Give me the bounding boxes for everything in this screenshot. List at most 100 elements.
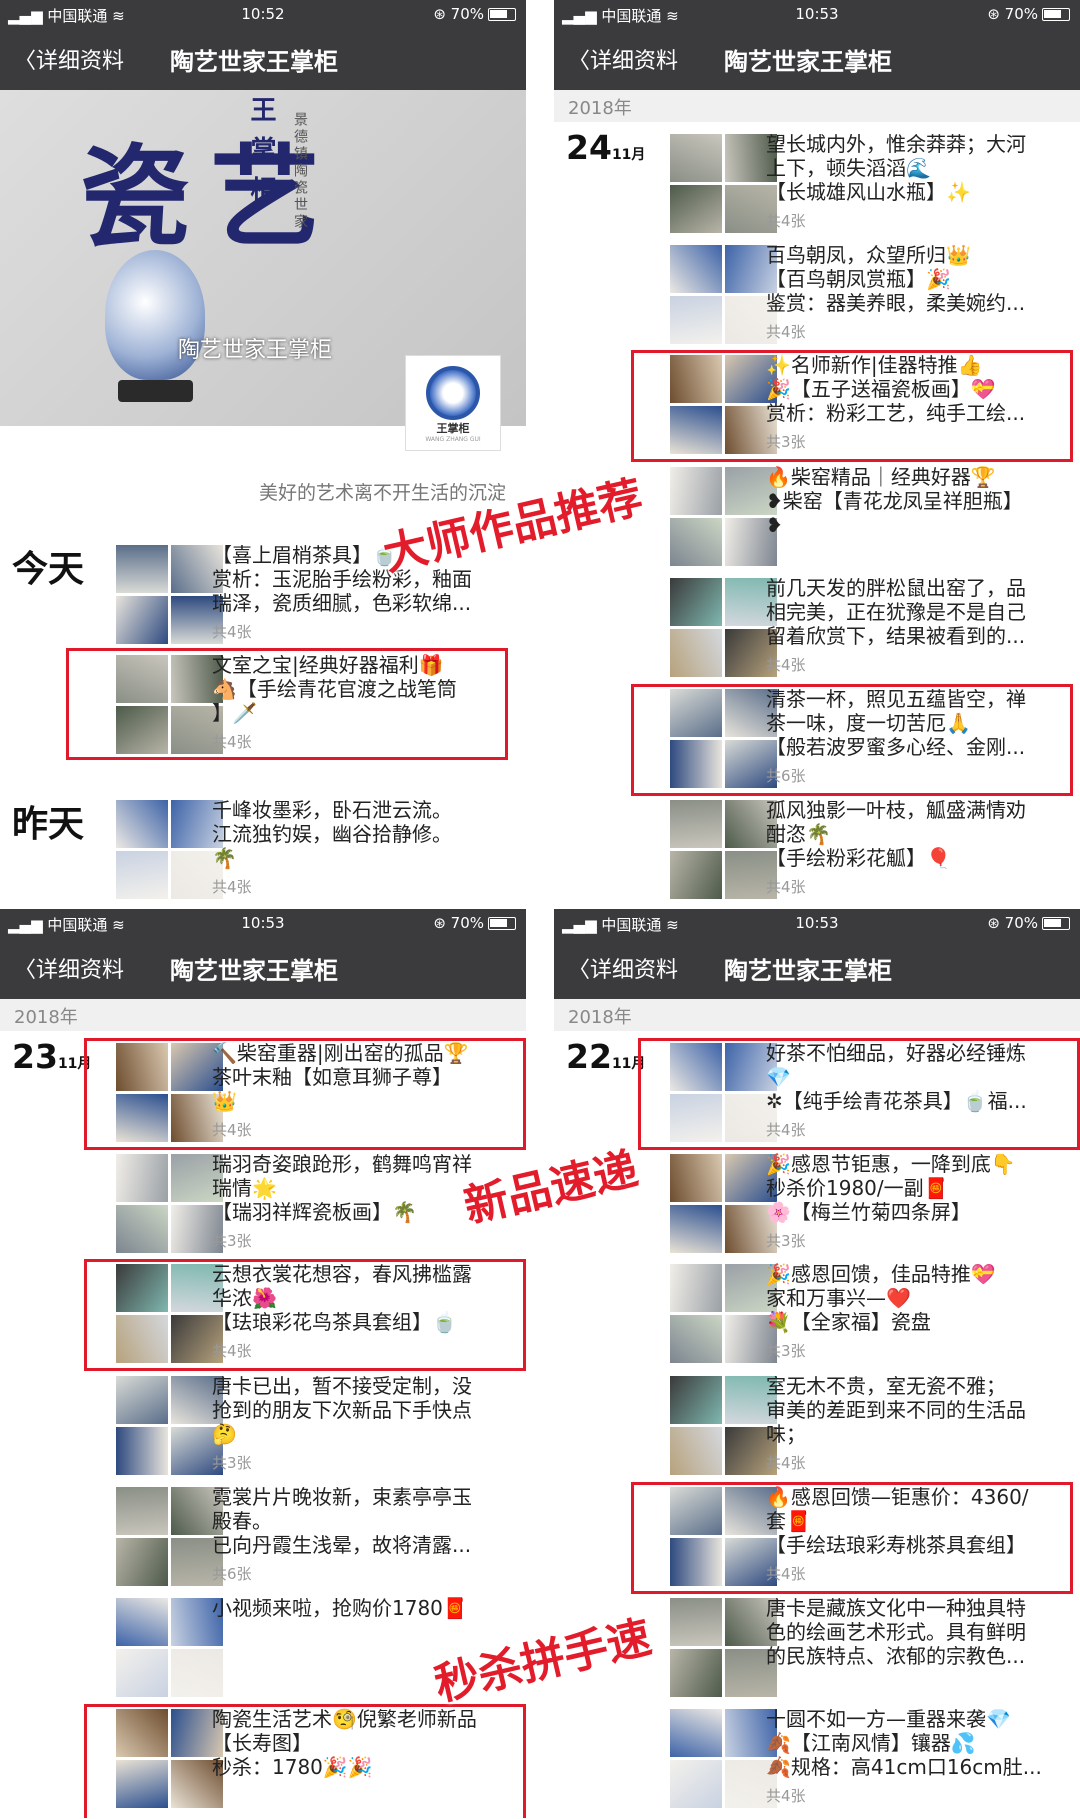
battery-percent: 70% [450, 5, 484, 23]
post-line: 💐【全家福】瓷盘 [766, 1310, 931, 1334]
back-button[interactable]: 〈详细资料 [568, 952, 678, 984]
post-line: 的民族特点、浓郁的宗教色... [766, 1644, 1026, 1668]
thumbnail-image [670, 1264, 722, 1312]
rotation-lock-icon: ⊛ [987, 914, 1005, 932]
post-thumbnail[interactable] [116, 545, 224, 645]
photo-count: 共6张 [212, 1565, 252, 1583]
thumbnail-image [116, 596, 168, 644]
post-thumbnail[interactable] [670, 578, 778, 678]
chevron-left-icon: 〈 [568, 49, 591, 74]
timeline-panel-1: ▂▄▆ 中国联通 ≋ 10:52 ⊛ 70% 〈详细资料 陶艺世家王掌柜 瓷艺 王掌柜 景德镇… [0, 0, 526, 909]
page-title: 陶艺世家王掌柜 [724, 957, 892, 985]
vase-stand [118, 380, 193, 402]
post-thumbnail[interactable] [116, 1154, 224, 1254]
post-line: 千峰妆墨彩，卧石泄云流。 [212, 798, 452, 822]
post-line: 孤风独影一叶枝，觚盛满情劝 [766, 798, 1026, 822]
post-thumbnail[interactable] [670, 1598, 778, 1698]
post-text[interactable]: 🔥柴窑精品｜经典好器🏆 ❥柴窑【青花龙凤呈祥胆瓶】 ❥ [766, 465, 1080, 537]
post-line: 🎉感恩节钜惠，一降到底👇 [766, 1152, 1016, 1176]
highlight-box [638, 1038, 1080, 1150]
post-text[interactable]: 🎉感恩节钜惠，一降到底👇 秒杀价1980/一副🧧 🌸【梅兰竹菊四条屏】 [766, 1152, 1080, 1224]
thumbnail-image [670, 1315, 722, 1363]
post-thumbnail[interactable] [670, 467, 778, 567]
back-button[interactable]: 〈详细资料 [14, 952, 124, 984]
status-bar: ▂▄▆ 中国联通 ≋ 10:53 ⊛ 70% [0, 909, 526, 937]
post-text[interactable]: 十圆不如一方—重器来袭💎 🍂【江南风情】镶器💦 🍂规格：高41cm口16cm肚... [766, 1707, 1080, 1779]
logo-subtext: WANG ZHANG GUI [425, 436, 481, 443]
thumbnail-image [670, 1598, 722, 1646]
thumbnail-image [670, 518, 722, 566]
post-thumbnail[interactable] [116, 800, 224, 900]
highlight-box [631, 684, 1073, 796]
battery-icon [1042, 917, 1070, 930]
post-text[interactable]: 前几天发的胖松鼠出窑了，品 相完美，正在犹豫是不是自己 留着欣赏下，结果被看到的..… [766, 576, 1080, 648]
post-line: 百鸟朝凤，众望所归👑 [766, 243, 971, 267]
post-thumbnail[interactable] [116, 1487, 224, 1587]
photo-count: 共4张 [766, 878, 806, 896]
post-thumbnail[interactable] [670, 1709, 778, 1809]
post-text[interactable]: 百鸟朝凤，众望所归👑 【百鸟朝凤赏瓶】🎉 鉴赏：器美养眼，柔美婉约... [766, 243, 1080, 315]
status-bar: ▂▄▆ 中国联通 ≋ 10:53 ⊛ 70% [554, 0, 1080, 28]
post-thumbnail[interactable] [116, 1376, 224, 1476]
day-number: 24 [566, 128, 612, 167]
chevron-left-icon: 〈 [568, 958, 591, 983]
thumbnail-image [670, 1427, 722, 1475]
highlight-box [84, 1038, 526, 1150]
thumbnail-image [670, 851, 722, 899]
post-line: 唐卡已出，暂不接受定制，没 [212, 1374, 472, 1398]
post-text[interactable]: 千峰妆墨彩，卧石泄云流。 江流独钓娱，幽谷拾静修。 🌴 [212, 798, 526, 870]
battery-percent: 70% [1004, 914, 1038, 932]
post-thumbnail[interactable] [116, 1598, 224, 1698]
battery-percent: 70% [1004, 5, 1038, 23]
thumbnail-image [116, 1205, 168, 1253]
thumbnail-image [116, 1649, 168, 1697]
post-text[interactable]: 室无木不贵，室无瓷不雅； 审美的差距到来不同的生活品 味； [766, 1374, 1080, 1446]
battery-icon [1042, 8, 1070, 21]
post-line: 鉴赏：器美养眼，柔美婉约... [766, 291, 1026, 315]
battery-indicator: ⊛ 70% [987, 914, 1070, 932]
post-text[interactable]: 唐卡是藏族文化中一种独具特 色的绘画艺术形式。具有鲜明 的民族特点、浓郁的宗教色..… [766, 1596, 1080, 1668]
thumbnail-image [670, 800, 722, 848]
thumbnail-image [670, 245, 722, 293]
thumbnail-image [116, 851, 168, 899]
thumbnail-image [670, 1649, 722, 1697]
post-text[interactable]: 唐卡已出，暂不接受定制，没 抢到的朋友下次新品下手快点 🤔 [212, 1374, 526, 1446]
nav-bar: 〈详细资料 陶艺世家王掌柜 [0, 28, 526, 90]
post-thumbnail[interactable] [670, 134, 778, 234]
chevron-left-icon: 〈 [14, 49, 37, 74]
post-thumbnail[interactable] [670, 1376, 778, 1476]
highlight-box [631, 1482, 1073, 1594]
post-line: 🌸【梅兰竹菊四条屏】 [766, 1200, 971, 1224]
post-thumbnail[interactable] [670, 245, 778, 345]
post-text[interactable]: 霓裳片片晚妆新，束素亭亭玉 殿春。 已向丹霞生浅晕，故将清露... [212, 1485, 526, 1557]
post-line: 🍂【江南风情】镶器💦 [766, 1731, 976, 1755]
thumbnail-image [116, 545, 168, 593]
date-label: 2311月 [12, 1037, 91, 1076]
thumbnail-image [670, 578, 722, 626]
post-line: 【手绘粉彩花觚】🎈 [766, 846, 951, 870]
back-button[interactable]: 〈详细资料 [14, 43, 124, 75]
highlight-box [84, 1259, 526, 1371]
post-line: 🔥柴窑精品｜经典好器🏆 [766, 465, 996, 489]
thumbnail-image [670, 1709, 722, 1757]
post-line: 唐卡是藏族文化中一种独具特 [766, 1596, 1026, 1620]
year-header: 2018年 [554, 90, 1080, 122]
back-button[interactable]: 〈详细资料 [568, 43, 678, 75]
thumbnail-image [116, 1427, 168, 1475]
post-text[interactable]: 🎉感恩回馈，佳品特推💝 家和万事兴—❤️ 💐【全家福】瓷盘 [766, 1262, 1080, 1334]
post-text[interactable]: 望长城内外，惟余莽莽；大河 上下，顿失滔滔🌊 【长城雄风山水瓶】✨ [766, 132, 1080, 204]
post-thumbnail[interactable] [670, 1154, 778, 1254]
post-line: 家和万事兴—❤️ [766, 1286, 911, 1310]
day-label-yesterday: 昨天 [12, 804, 85, 845]
post-thumbnail[interactable] [670, 1264, 778, 1364]
thumbnail-image [116, 1376, 168, 1424]
battery-icon [488, 917, 516, 930]
profile-avatar[interactable]: 王掌柜 WANG ZHANG GUI [405, 355, 501, 451]
rotation-lock-icon: ⊛ [987, 5, 1005, 23]
battery-indicator: ⊛ 70% [433, 914, 516, 932]
post-text[interactable]: 孤风独影一叶枝，觚盛满情劝 酣恣🌴 【手绘粉彩花觚】🎈 [766, 798, 1080, 870]
thumbnail-image [670, 467, 722, 515]
post-thumbnail[interactable] [670, 800, 778, 900]
post-line: 留着欣赏下，结果被看到的... [766, 624, 1026, 648]
post-text[interactable]: 小视频来啦，抢购价1780🧧 [212, 1596, 526, 1620]
